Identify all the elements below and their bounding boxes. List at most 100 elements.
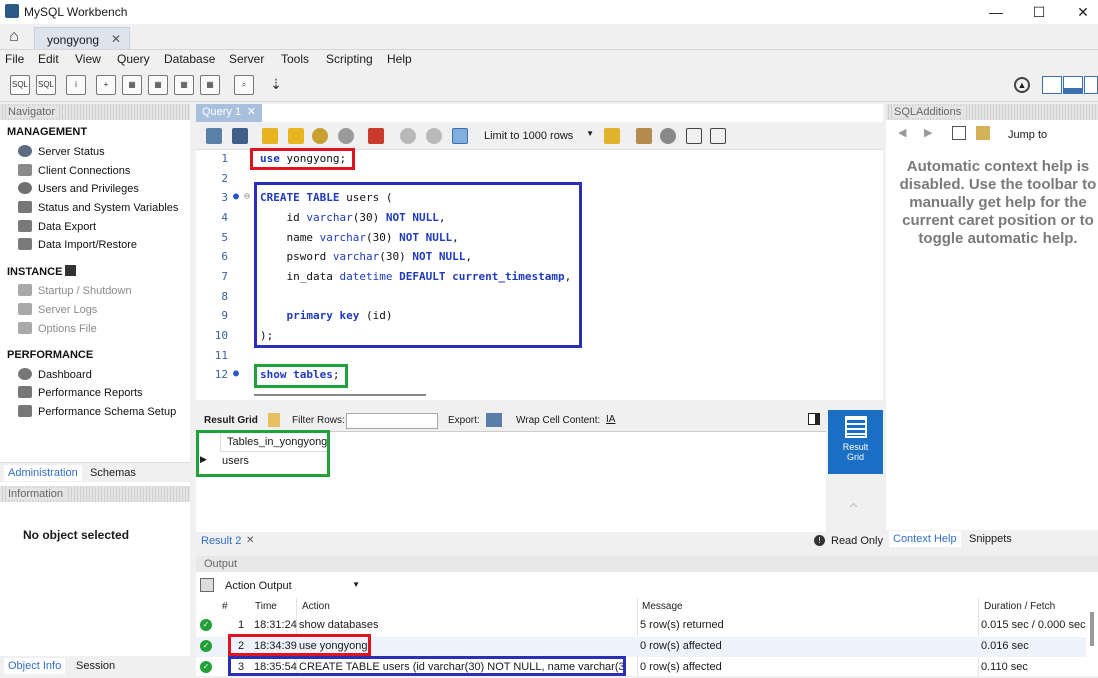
information-header: Information <box>0 486 190 502</box>
wrap-cell-icon[interactable]: IA <box>606 414 615 425</box>
limit-rows-select[interactable]: Limit to 1000 rows ▼ <box>482 128 594 145</box>
nav-data-import[interactable]: Data Import/Restore <box>18 238 137 251</box>
scroll-thumb[interactable] <box>254 394 426 396</box>
import-icon <box>18 238 32 250</box>
execute-icon[interactable] <box>262 128 278 144</box>
nav-client-connections[interactable]: Client Connections <box>18 164 130 177</box>
create-procedure-icon[interactable]: ▦ <box>174 75 194 95</box>
create-function-icon[interactable]: ▦ <box>200 75 220 95</box>
invisible-chars-icon[interactable] <box>686 128 702 144</box>
menu-query[interactable]: Query <box>117 52 150 66</box>
fold-toggle-icon[interactable]: ⊖ <box>244 191 250 202</box>
play-icon <box>18 145 32 157</box>
nav-users-privileges[interactable]: Users and Privileges <box>18 182 139 195</box>
wrench-icon <box>18 405 32 417</box>
toggle-secondary-sidebar-icon[interactable] <box>1084 76 1098 94</box>
line-number: 8 <box>221 290 228 303</box>
inspector-icon[interactable]: i <box>66 75 86 95</box>
close-result-tab-icon[interactable]: ✕ <box>246 535 254 546</box>
tab-context-help[interactable]: Context Help <box>889 531 961 547</box>
tab-administration[interactable]: Administration <box>4 465 82 481</box>
nav-server-logs[interactable]: Server Logs <box>18 303 97 316</box>
toggle-panel-icon[interactable] <box>808 413 820 425</box>
close-window-button[interactable]: ✕ <box>1073 2 1093 22</box>
close-query-tab-icon[interactable]: ✕ <box>247 105 256 118</box>
explain-icon[interactable] <box>312 128 328 144</box>
line-number: 4 <box>221 211 228 224</box>
chevron-up-down-icon[interactable]: ⌃ <box>846 500 861 521</box>
editor-hscroll[interactable] <box>196 390 883 400</box>
save-icon[interactable] <box>232 128 248 144</box>
tab-snippets[interactable]: Snippets <box>965 531 1016 547</box>
col-header-message: Message <box>642 601 683 612</box>
nav-options-file[interactable]: Options File <box>18 322 97 335</box>
rollback-icon[interactable] <box>426 128 442 144</box>
chevron-down-icon: ▼ <box>586 129 594 138</box>
output-type-select[interactable]: Action Output ▼ <box>224 578 360 596</box>
back-icon[interactable]: ◀ <box>898 126 906 139</box>
menu-scripting[interactable]: Scripting <box>326 52 373 66</box>
nav-performance-reports[interactable]: Performance Reports <box>18 386 143 399</box>
commit-icon[interactable] <box>400 128 416 144</box>
execute-current-icon[interactable] <box>288 128 304 144</box>
manual-help-icon[interactable] <box>952 126 966 140</box>
tab-object-info[interactable]: Object Info <box>4 658 66 674</box>
jump-to-label[interactable]: Jump to <box>1008 129 1047 141</box>
query-tab[interactable]: Query 1 ✕ <box>196 104 262 122</box>
close-tab-icon[interactable]: ✕ <box>111 32 121 46</box>
toggle-sidebar-icon[interactable] <box>1042 76 1062 94</box>
reconnect-icon[interactable]: ⇣ <box>266 75 286 95</box>
nav-server-status[interactable]: Server Status <box>18 145 105 158</box>
nav-data-export[interactable]: Data Export <box>18 220 96 233</box>
result-grid-button[interactable]: Result Grid <box>828 410 883 474</box>
navigator-header: Navigator <box>0 104 190 120</box>
output-scrollbar[interactable] <box>1090 612 1094 646</box>
create-table-icon[interactable]: ▦ <box>122 75 142 95</box>
menu-help[interactable]: Help <box>387 52 412 66</box>
forward-icon[interactable]: ▶ <box>924 126 932 139</box>
minimize-button[interactable]: — <box>986 2 1006 22</box>
find-icon[interactable] <box>660 128 676 144</box>
filter-rows-input[interactable] <box>346 413 438 429</box>
result-grid-label[interactable]: Result Grid <box>204 415 258 426</box>
create-view-icon[interactable]: ▦ <box>148 75 168 95</box>
open-sql-script-icon[interactable]: SQL <box>36 75 56 95</box>
connection-tab[interactable]: yongyong ✕ <box>34 27 130 49</box>
stop-icon[interactable] <box>338 128 354 144</box>
menu-tools[interactable]: Tools <box>281 52 309 66</box>
tab-schemas[interactable]: Schemas <box>86 465 140 481</box>
result-grid[interactable]: Tables_in_yongyong ▶ users <box>196 430 826 532</box>
add-snippet-icon[interactable] <box>604 128 620 144</box>
auto-help-icon[interactable] <box>976 126 990 140</box>
management-heading: MANAGEMENT <box>7 126 88 138</box>
nav-status-variables[interactable]: Status and System Variables <box>18 201 178 214</box>
grid-icon[interactable] <box>268 413 280 427</box>
menu-view[interactable]: View <box>75 52 101 66</box>
wrap-lines-icon[interactable] <box>710 128 726 144</box>
output-icon <box>200 578 214 592</box>
open-file-icon[interactable] <box>206 128 222 144</box>
menu-edit[interactable]: Edit <box>38 52 59 66</box>
create-schema-icon[interactable]: + <box>96 75 116 95</box>
menu-file[interactable]: File <box>5 52 24 66</box>
new-sql-tab-icon[interactable]: SQL <box>10 75 30 95</box>
tab-result-2[interactable]: Result 2 <box>201 535 241 547</box>
tab-session[interactable]: Session <box>72 658 119 674</box>
autocommit-icon[interactable] <box>452 128 468 144</box>
beautify-icon[interactable] <box>636 128 652 144</box>
code-editor[interactable]: 1 2 3 4 5 6 7 8 9 10 11 12 ● ⊖ ● use yon… <box>196 148 883 390</box>
output-row[interactable]: ✓ 1 18:31:24 show databases 5 row(s) ret… <box>196 616 1086 636</box>
settings-icon[interactable]: ▲ <box>1014 77 1030 93</box>
nav-startup-shutdown[interactable]: Startup / Shutdown <box>18 284 132 297</box>
menu-database[interactable]: Database <box>164 52 215 66</box>
nav-performance-schema[interactable]: Performance Schema Setup <box>18 405 176 418</box>
search-table-data-icon[interactable]: ⌕ <box>234 75 254 95</box>
nav-dashboard[interactable]: Dashboard <box>18 368 92 381</box>
maximize-button[interactable]: ☐ <box>1029 2 1049 22</box>
toggle-errors-icon[interactable] <box>368 128 384 144</box>
export-icon[interactable] <box>486 413 502 427</box>
home-icon[interactable]: ⌂ <box>2 28 26 48</box>
highlight-box-green <box>196 430 330 477</box>
menu-server[interactable]: Server <box>229 52 264 66</box>
toggle-output-icon[interactable] <box>1063 76 1083 94</box>
